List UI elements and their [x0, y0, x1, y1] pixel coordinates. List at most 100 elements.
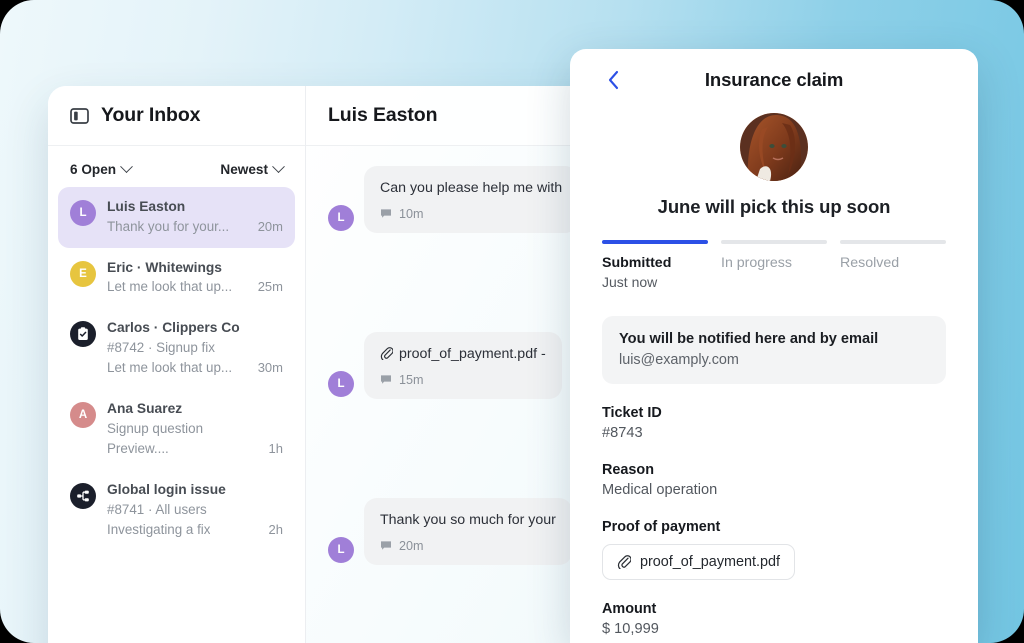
proof-of-payment-field: Proof of payment proof_of_payment.pdf	[602, 519, 946, 580]
proof-of-payment-file-chip[interactable]: proof_of_payment.pdf	[602, 543, 796, 580]
conversation-list-item[interactable]: Carlos · Clippers Co #8742 · Signup fix Le…	[58, 308, 295, 389]
message-bubble: Thank you so much for your 20m	[364, 498, 572, 565]
message-icon	[381, 375, 391, 385]
message-time: 15m	[399, 372, 424, 387]
claim-field: Ticket ID #8743	[602, 405, 946, 441]
conversation-list-item[interactable]: E Eric · Whitewings Let me look that up...…	[58, 248, 295, 309]
sort-filter-label: Newest	[220, 162, 268, 177]
message-bubble: Can you please help me with 10m	[364, 166, 579, 233]
message-text: -	[540, 346, 546, 363]
amount-label: Amount	[602, 600, 657, 617]
assignee-status: June will pick this up soon	[657, 196, 891, 217]
message-meta: 10m	[380, 205, 562, 223]
message-text: Thank you so much for your	[380, 512, 556, 529]
paperclip-icon	[380, 347, 394, 362]
claim-field-label: Ticket ID	[602, 404, 662, 421]
network-icon	[77, 490, 89, 502]
assignee-avatar	[740, 113, 808, 181]
claim-step[interactable]: In progress	[721, 240, 827, 290]
conversation-preview: Let me look that up...	[107, 279, 233, 295]
claim-step-bar	[721, 240, 827, 244]
avatar: L	[328, 370, 354, 397]
avatar	[70, 321, 96, 348]
message-time: 20m	[399, 538, 424, 553]
insurance-claim-card: Insurance claim June will pick this up s…	[570, 49, 978, 643]
conversation-name: Eric · Whitewings	[107, 259, 222, 275]
claim-step-bar	[602, 240, 708, 244]
conversation-time: 30m	[257, 360, 283, 376]
paperclip-icon	[617, 555, 631, 569]
conversation-list-item[interactable]: A Ana Suarez Signup question Preview.... 1h	[58, 389, 295, 470]
conversation-preview: Investigating a fix	[107, 521, 211, 537]
amount-value: $ 10,999	[602, 620, 659, 637]
claim-field: Reason Medical operation	[602, 462, 946, 498]
notification-email: luis@examply.com	[619, 351, 739, 368]
notification-box: You will be notified here and by email l…	[602, 315, 946, 384]
conversation-list-item[interactable]: Global login issue #8741 · All users Inves…	[58, 470, 295, 551]
conversation-list: L Luis Easton Thank you for your... 20m E Eri…	[48, 187, 305, 643]
avatar: E	[70, 260, 96, 287]
avatar: L	[328, 536, 354, 563]
message-text: Can you please help me with	[380, 180, 563, 196]
proof-of-payment-label: Proof of payment	[602, 518, 721, 535]
avatar: L	[328, 204, 354, 231]
conversation-time: 2h	[268, 521, 283, 537]
claim-header: Insurance claim	[602, 49, 946, 111]
claim-step-label: Submitted	[602, 254, 672, 271]
claim-fields: Ticket ID #8743 Reason Medical operation	[602, 405, 946, 498]
chevron-down-icon	[120, 160, 133, 174]
claim-field-label: Reason	[602, 461, 654, 478]
conversation-ticket: Signup question	[107, 420, 204, 436]
claim-step-label: Resolved	[840, 254, 900, 271]
avatar: L	[70, 200, 96, 226]
claim-stepper: Submitted Just now In progress Resolved	[602, 240, 946, 290]
message-icon	[381, 209, 391, 219]
conversation-list-item[interactable]: L Luis Easton Thank you for your... 20m	[58, 187, 295, 248]
chevron-left-icon	[608, 70, 618, 90]
conversation-preview: Thank you for your...	[107, 218, 230, 234]
conversation-ticket: #8742 · Signup fix	[107, 340, 215, 356]
claim-step-bar	[840, 240, 946, 244]
clipboard-icon	[78, 327, 88, 341]
message-meta: 15m	[380, 371, 546, 389]
claim-title: Insurance claim	[704, 69, 844, 90]
app-background: Your Inbox 6 Open Newest L Luis Easton Tha…	[0, 0, 1024, 643]
assignee-block: June will pick this up soon	[602, 111, 946, 218]
message-bubble: proof_of_payment.pdf - 15m	[364, 332, 562, 399]
conversation-ticket: #8741 · All users	[107, 501, 207, 517]
status-filter-button[interactable]: 6 Open	[70, 160, 133, 177]
conversation-preview: Let me look that up...	[107, 360, 233, 376]
conversation-name: Ana Suarez	[107, 401, 183, 417]
conversation-time: 25m	[257, 279, 283, 295]
conversation-name: Carlos · Clippers Co	[107, 320, 240, 336]
inbox-title: Your Inbox	[101, 104, 201, 126]
conversation-preview: Preview....	[107, 441, 169, 457]
proof-of-payment-file-name: proof_of_payment.pdf	[640, 553, 781, 570]
chevron-down-icon	[272, 160, 285, 174]
message-icon	[381, 541, 391, 551]
avatar: A	[70, 402, 96, 429]
claim-step-label: In progress	[721, 254, 792, 271]
conversation-name: Global login issue	[107, 482, 226, 498]
message-time: 10m	[399, 206, 424, 221]
notification-title: You will be notified here and by email	[619, 330, 879, 347]
conversation-name: Luis Easton	[107, 199, 186, 214]
inbox-header: Your Inbox	[48, 86, 305, 146]
message-meta: 20m	[380, 537, 556, 555]
conversation-time: 20m	[257, 218, 283, 234]
message-attachment[interactable]: proof_of_payment.pdf	[399, 346, 537, 362]
status-filter-label: 6 Open	[70, 162, 117, 177]
claim-step[interactable]: Resolved	[840, 240, 946, 290]
claim-step-sub: Just now	[602, 273, 658, 290]
avatar	[70, 483, 96, 510]
sort-filter-button[interactable]: Newest	[220, 160, 285, 177]
sidebar-panel-icon[interactable]	[70, 107, 89, 124]
conversation-title: Luis Easton	[328, 104, 438, 126]
back-button[interactable]	[599, 66, 627, 94]
conversation-time: 1h	[268, 441, 283, 457]
inbox-filters: 6 Open Newest	[48, 146, 305, 187]
claim-step[interactable]: Submitted Just now	[602, 240, 708, 290]
inbox-panel: Your Inbox 6 Open Newest L Luis Easton Tha…	[48, 86, 306, 643]
claim-field-value: Medical operation	[602, 481, 718, 498]
amount-field: Amount $ 10,999	[602, 601, 946, 637]
